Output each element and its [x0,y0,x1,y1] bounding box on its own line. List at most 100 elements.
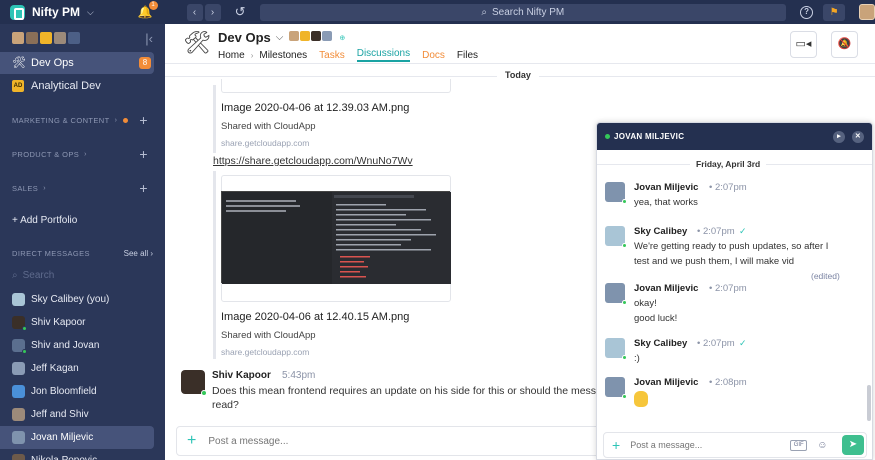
project-label: Dev Ops [31,57,74,69]
portfolio-marketing-content[interactable]: MARKETING & CONTENT › + [0,103,165,137]
portfolio-sales[interactable]: SALES › + [0,171,165,205]
member-avatar [300,31,311,41]
back-button[interactable]: ‹ [186,3,203,21]
message-time: • 2:07pm [709,283,747,294]
send-button[interactable]: ➤ [842,435,864,455]
avatar[interactable] [181,370,207,396]
message-time: 5:43pm [282,370,316,381]
add-portfolio-button[interactable]: + Add Portfolio [0,205,165,235]
dm-header-label: DIRECT MESSAGES [12,248,90,258]
see-all-link[interactable]: See all › [124,249,153,258]
member-avatar [26,32,38,44]
add-project-icon[interactable]: + [139,180,148,196]
sidebar-project-analytical-dev[interactable]: AD Analytical Dev [0,75,154,97]
user-avatar[interactable] [859,4,875,20]
avatar[interactable] [605,182,627,204]
message-input[interactable] [208,435,509,447]
online-indicator [22,326,27,331]
attachment-title[interactable]: Image 2020-04-06 at 12.40.15 AM.png [221,311,409,323]
sticker-icon[interactable]: ☺ [817,440,827,451]
dm-label: Nikola Popovic [31,455,97,460]
tab-discussions[interactable]: Discussions [356,48,411,62]
message-author[interactable]: Jovan Miljevic [634,377,698,388]
chevron-right-icon: › [43,184,46,192]
help-icon[interactable]: ? [800,5,814,19]
dm-label: Shiv and Jovan [31,340,100,351]
attachment-title[interactable]: Image 2020-04-06 at 12.39.03 AM.png [221,102,409,114]
section-label: PRODUCT & OPS [12,149,80,159]
dm-message-input[interactable] [630,440,781,450]
tab-files[interactable]: Files [457,50,478,61]
add-project-icon[interactable]: + [139,146,148,162]
tab-docs[interactable]: Docs [422,50,445,61]
sidebar-dm-item[interactable]: Nikola Popovic [0,449,154,460]
project-title[interactable]: Dev Ops [218,30,271,45]
forward-button[interactable]: › [204,3,221,21]
avatar[interactable] [605,226,627,248]
message-author[interactable]: Sky Calibey [634,226,687,237]
share-url-link[interactable]: https://share.getcloudapp.com/WnuNo7Wv [213,155,413,167]
recent-history-icon[interactable]: ↺ [235,4,246,20]
upgrade-icon[interactable]: ⚑ [823,3,846,21]
screenshot-thumbnail[interactable] [221,191,451,284]
add-attachment-icon[interactable]: + [187,432,196,450]
dm-search[interactable]: ⌕ Search [0,266,165,284]
avatar [12,362,25,375]
sidebar-dm-item[interactable]: Jon Bloomfield [0,380,154,403]
project-badge: 8 [139,57,151,69]
close-icon[interactable]: ✕ [852,130,864,143]
collapse-sidebar-icon[interactable]: |‹ [145,31,153,46]
tab-milestones[interactable]: Milestones [259,50,307,61]
online-indicator [622,199,627,204]
dm-label: Jon Bloomfield [31,386,97,397]
read-receipt-icon: ✓ [739,226,747,236]
dm-panel-header[interactable]: JOVAN MILJEVIC ▸ ✕ [597,123,872,150]
message-author[interactable]: Jovan Miljevic [634,283,698,294]
attachment-link[interactable]: share.getcloudapp.com [221,347,309,357]
avatar[interactable] [605,377,627,399]
gif-button[interactable]: GIF [790,439,808,451]
attachment-shared-note: Shared with CloudApp [221,121,316,132]
portfolio-product-ops[interactable]: PRODUCT & OPS › + [0,137,165,171]
message-author[interactable]: Jovan Miljevic [634,182,698,193]
sidebar-dm-item[interactable]: Jeff Kagan [0,357,154,380]
dm-label: Jeff Kagan [31,363,79,374]
quote-bar [213,85,216,153]
message-author[interactable]: Shiv Kapoor [212,370,271,381]
global-search[interactable]: ⌕ Search Nifty PM [259,3,787,21]
video-call-button[interactable]: ▭◂ [790,31,817,58]
tab-home[interactable]: Home [218,50,245,61]
workspace-members: |‹ [0,24,165,52]
scrollbar[interactable] [867,385,871,421]
message-text: test and we push them, I will make vid [634,256,794,267]
sidebar-dm-item[interactable]: Shiv and Jovan [0,334,154,357]
project-members[interactable] [288,31,333,44]
mute-notifications-button[interactable]: 🔕 [831,31,858,58]
sidebar-project-dev-ops[interactable]: 🛠 Dev Ops 8 [0,52,154,74]
dm-label: Shiv Kapoor [31,317,86,328]
online-indicator [22,349,27,354]
sidebar-dm-item[interactable]: Jovan Miljevic [0,426,154,449]
attachment-preview-card[interactable] [221,79,451,93]
send-icon: ➤ [848,439,858,450]
avatar[interactable] [605,283,627,305]
avatar [12,431,25,444]
chevron-down-icon[interactable]: ⌵ [276,32,284,43]
avatar [12,454,25,460]
message-text: We're getting ready to push updates, so … [634,241,829,252]
attachment-link[interactable]: share.getcloudapp.com [221,138,309,148]
sidebar-dm-item[interactable]: Shiv Kapoor [0,311,154,334]
notifications-bell-icon[interactable]: 🔔 1 [138,1,158,19]
add-member-icon[interactable]: ⊕ [339,34,345,42]
tab-tasks[interactable]: Tasks [319,50,345,61]
sidebar-dm-item[interactable]: Sky Calibey (you) [0,288,154,311]
sidebar-dm-item[interactable]: Jeff and Shiv [0,403,154,426]
dm-composer: + GIF ☺ ➤ [603,432,867,458]
add-project-icon[interactable]: + [139,112,148,128]
add-attachment-icon[interactable]: + [612,437,620,453]
workspace-switcher[interactable]: Nifty PM ⌵ 🔔 1 [0,0,165,24]
video-camera-icon[interactable]: ▸ [833,130,845,143]
message-author[interactable]: Sky Calibey [634,338,687,349]
message-text: good luck! [634,313,678,324]
avatar[interactable] [605,338,627,360]
